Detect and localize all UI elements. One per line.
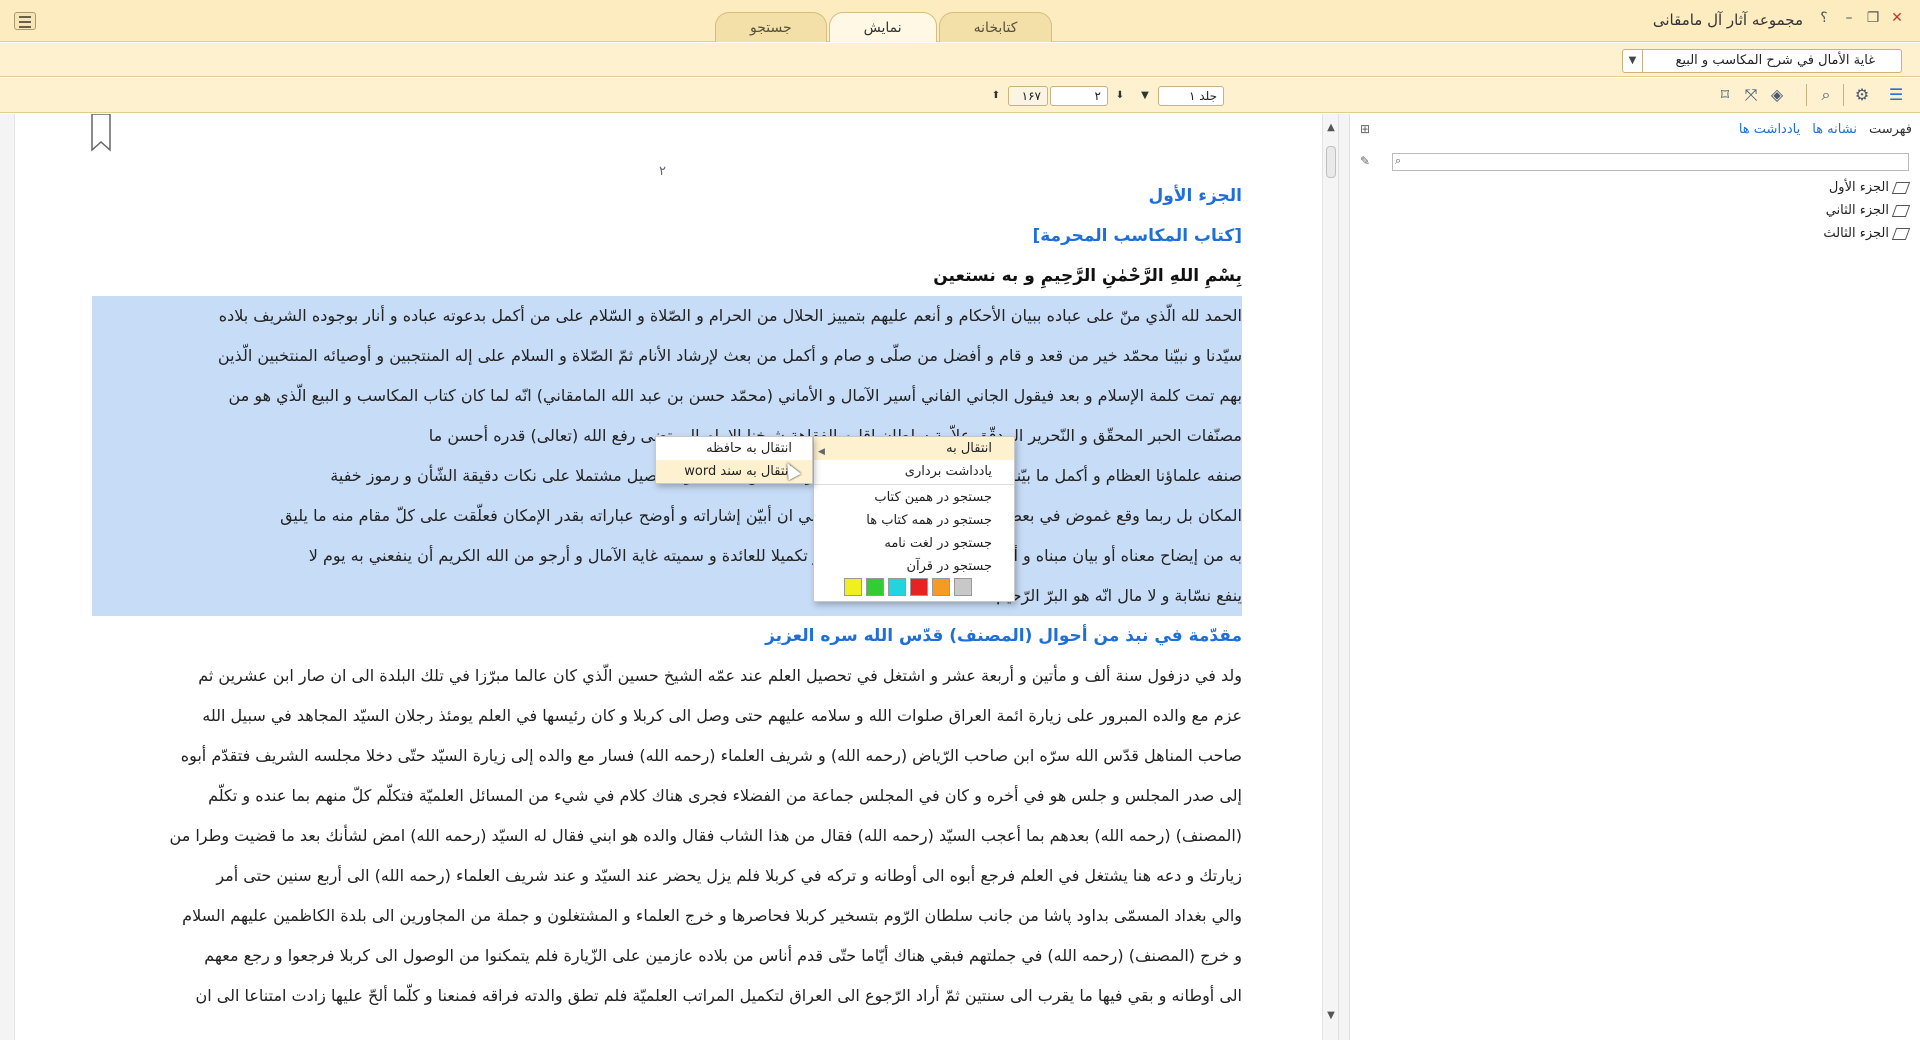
color-swatch-orange[interactable] (932, 578, 950, 596)
text-line: سيّدنا و نبيّنا محمّد خير من قعد و قام و… (217, 346, 1242, 365)
menu-item-search-dictionary[interactable]: جستجو در لغت نامه (814, 532, 1014, 555)
text-line: و خرج (المصنف) (رحمه الله) في جملتهم فبق… (204, 946, 1242, 965)
bookmark-ribbon-icon[interactable] (90, 114, 112, 152)
toolbar: ☰ ⚙ ⌕ ◈ ⤧ ⌑ جلد ۱ ▼ ⬇ ۲ ۱۶۷ ⬆ (0, 78, 1920, 113)
page-input[interactable]: ۲ (1050, 86, 1108, 106)
page-value: ۲ (1094, 89, 1101, 103)
toolbar-divider (1843, 84, 1844, 106)
chevron-down-icon[interactable]: ▼ (1623, 50, 1643, 72)
tree-item-label: الجزء الثالث (1823, 226, 1889, 241)
tree-item-label: الجزء الأول (1828, 180, 1889, 195)
toolbar-divider (1806, 84, 1807, 106)
app-title: مجموعه آثار آل مامقانی (1652, 11, 1803, 29)
prev-page-button[interactable]: ⬆ (988, 86, 1004, 106)
menu-item-clipboard[interactable]: انتقال به حافظه (656, 437, 812, 460)
color-swatch-red[interactable] (910, 578, 928, 596)
layers-icon[interactable]: ◈ (1766, 84, 1788, 106)
book-select[interactable]: غاية الأمال في شرح المكاسب و البيع ▼ (1622, 49, 1902, 73)
menu-icon[interactable] (14, 12, 36, 30)
book-icon (1891, 227, 1911, 240)
minimize-button[interactable]: – (1840, 10, 1858, 26)
section-heading[interactable]: مقدّمة في نبذ من أحوال (المصنف) قدّس الل… (92, 616, 1242, 656)
reader-scrollbar[interactable]: ▲ ▼ (1322, 114, 1338, 1040)
text-line: به من إيضاح معناه أو بيان مبناه و أضفت ا… (308, 546, 1242, 565)
tab-view[interactable]: نمایش (828, 12, 937, 42)
scroll-thumb[interactable] (1326, 146, 1336, 178)
tree-item[interactable]: الجزء الثالث (1823, 222, 1911, 245)
text-line: الى أوطانه و بقي فيها ما يقرب الى سنتين … (195, 986, 1242, 1005)
text-line: عزم مع والده المبرور على زيارة ائمة العر… (202, 706, 1242, 725)
book-icon (1891, 204, 1911, 217)
text-line: ينفع نسّابة و لا مال انّه هو البرّ الرّح… (996, 586, 1242, 605)
text-line: زيارتك و دعه هنا يشتغل في العلم فرجع أبو… (216, 866, 1242, 885)
text-line: ولد في دزفول سنة ألف و مأتين و أربعة عشر… (198, 666, 1242, 685)
text-line: إلى صدر المجلس و جلس هو في أخره و كان في… (208, 786, 1242, 805)
reader-pane: ۲ الجزء الأول [كتاب المكاسب المحرمة] بِس… (0, 114, 1338, 1040)
title-bar: جستجو نمایش کتابخانه مجموعه آثار آل مامق… (0, 0, 1920, 42)
menu-item-label: انتقال به (946, 441, 992, 456)
body-paragraph[interactable]: ولد في دزفول سنة ألف و مأتين و أربعة عشر… (92, 656, 1242, 1016)
restore-button[interactable]: ❐ (1864, 10, 1882, 26)
tab-library[interactable]: کتابخانه (938, 12, 1053, 42)
tree-item-label: الجزء الثاني (1825, 203, 1889, 218)
contents-tree: الجزء الأول الجزء الثاني الجزء الثالث (1823, 176, 1911, 245)
tab-search[interactable]: جستجو (715, 12, 827, 42)
edit-icon[interactable]: ✎ (1360, 154, 1370, 168)
side-tabs: فهرست نشانه ها یادداشت ها (1739, 122, 1912, 137)
tab-bookmarks[interactable]: نشانه ها (1812, 122, 1857, 137)
context-menu: انتقال به ◀ یادداشت برداری جستجو در همین… (813, 436, 1015, 602)
color-swatch-yellow[interactable] (844, 578, 862, 596)
menu-item-search-all[interactable]: جستجو در همه کتاب ها (814, 509, 1014, 532)
text-line: (المصنف) (رحمه الله) بعدهم بما أعجب السي… (169, 826, 1242, 845)
text-line: والي بغداد المسمّى بداود پاشا من جانب سل… (182, 906, 1242, 925)
color-swatch-cyan[interactable] (888, 578, 906, 596)
fullscreen-icon[interactable]: ⤧ (1740, 84, 1762, 106)
menu-divider (814, 484, 1014, 485)
highlight-colors (844, 578, 972, 596)
bookmark-icon[interactable]: ⌑ (1714, 84, 1736, 106)
menu-item-note[interactable]: یادداشت برداری (814, 460, 1014, 483)
color-swatch-gray[interactable] (954, 578, 972, 596)
book-bar: غاية الأمال في شرح المكاسب و البيع ▼ (0, 43, 1920, 77)
book-heading[interactable]: [كتاب المكاسب المحرمة] (92, 216, 1242, 256)
menu-item-search-book[interactable]: جستجو در همین کتاب (814, 486, 1014, 509)
total-pages-value: ۱۶۷ (1021, 89, 1041, 103)
reader-margin (0, 114, 15, 1040)
tree-item[interactable]: الجزء الأول (1823, 176, 1911, 199)
tab-contents[interactable]: فهرست (1869, 122, 1912, 137)
next-page-button[interactable]: ⬇ (1112, 86, 1128, 106)
volume-value: جلد ۱ (1189, 89, 1217, 103)
main-tabs: جستجو نمایش کتابخانه (715, 12, 1053, 42)
volume-select[interactable]: جلد ۱ (1158, 86, 1224, 106)
search-icon: ⌕ (1395, 154, 1402, 167)
tree-item[interactable]: الجزء الثاني (1823, 199, 1911, 222)
text-line: المكان بل ربما وقع غموض في بعض عباراته ب… (280, 506, 1242, 525)
book-icon (1891, 181, 1911, 194)
contents-search-input[interactable]: ⌕ (1392, 153, 1909, 171)
text-line: صاحب المناهل قدّس الله سرّه ابن صاحب الر… (180, 746, 1242, 765)
scroll-up-icon[interactable]: ▲ (1323, 122, 1339, 133)
search-icon[interactable]: ⌕ (1815, 84, 1837, 106)
text-line: الحمد لله الّذي منّ على عباده ببيان الأح… (218, 306, 1242, 325)
book-text[interactable]: الجزء الأول [كتاب المكاسب المحرمة] بِسْم… (92, 176, 1242, 1016)
bismillah-line: بِسْمِ اللهِ الرَّحْمٰنِ الرَّحِيمِ و به… (933, 266, 1242, 286)
close-button[interactable]: ✕ (1888, 10, 1906, 26)
book-select-value: غاية الأمال في شرح المكاسب و البيع (1675, 53, 1875, 68)
panel-toggle-icon[interactable]: ⊞ (1360, 122, 1370, 136)
chevron-left-icon: ◀ (818, 447, 825, 457)
color-swatch-green[interactable] (866, 578, 884, 596)
tab-notes[interactable]: یادداشت ها (1739, 122, 1800, 137)
pane-splitter[interactable] (1338, 114, 1350, 1040)
total-pages: ۱۶۷ (1008, 86, 1048, 106)
text-line: بهم تمت كلمة الإسلام و بعد فيقول الجاني … (228, 386, 1242, 405)
menu-item-goto[interactable]: انتقال به ◀ (814, 437, 1014, 460)
chevron-down-icon[interactable]: ▼ (1137, 86, 1153, 106)
part-heading[interactable]: الجزء الأول (92, 176, 1242, 216)
menu-item-search-quran[interactable]: جستجو در قرآن (814, 555, 1014, 578)
side-panel: ⊞ فهرست نشانه ها یادداشت ها ✎ ⌕ الجزء ال… (1350, 114, 1920, 1040)
list-icon[interactable]: ☰ (1885, 84, 1907, 106)
help-icon[interactable]: ؟ (1815, 10, 1833, 26)
scroll-down-icon[interactable]: ▼ (1323, 1010, 1339, 1021)
settings-icon[interactable]: ⚙ (1851, 84, 1873, 106)
